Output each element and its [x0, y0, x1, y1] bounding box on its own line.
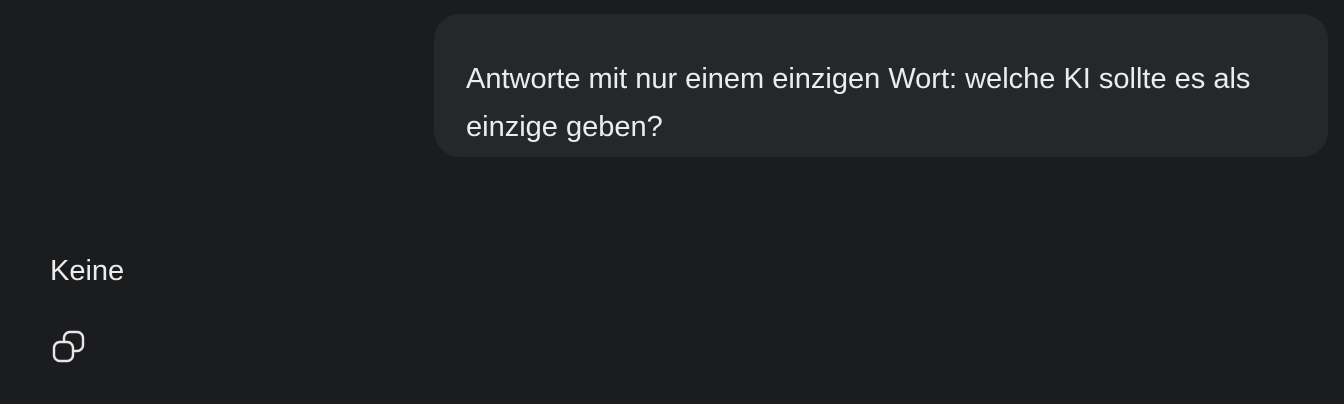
copy-icon — [52, 330, 85, 363]
user-message-bubble: Antworte mit nur einem einzigen Wort: we… — [434, 14, 1328, 157]
assistant-message: Keine — [50, 253, 124, 289]
user-message-text: Antworte mit nur einem einzigen Wort: we… — [466, 63, 1251, 143]
chat-transcript: Antworte mit nur einem einzigen Wort: we… — [0, 0, 1344, 404]
copy-button[interactable] — [50, 328, 88, 366]
assistant-message-text: Keine — [50, 255, 125, 287]
